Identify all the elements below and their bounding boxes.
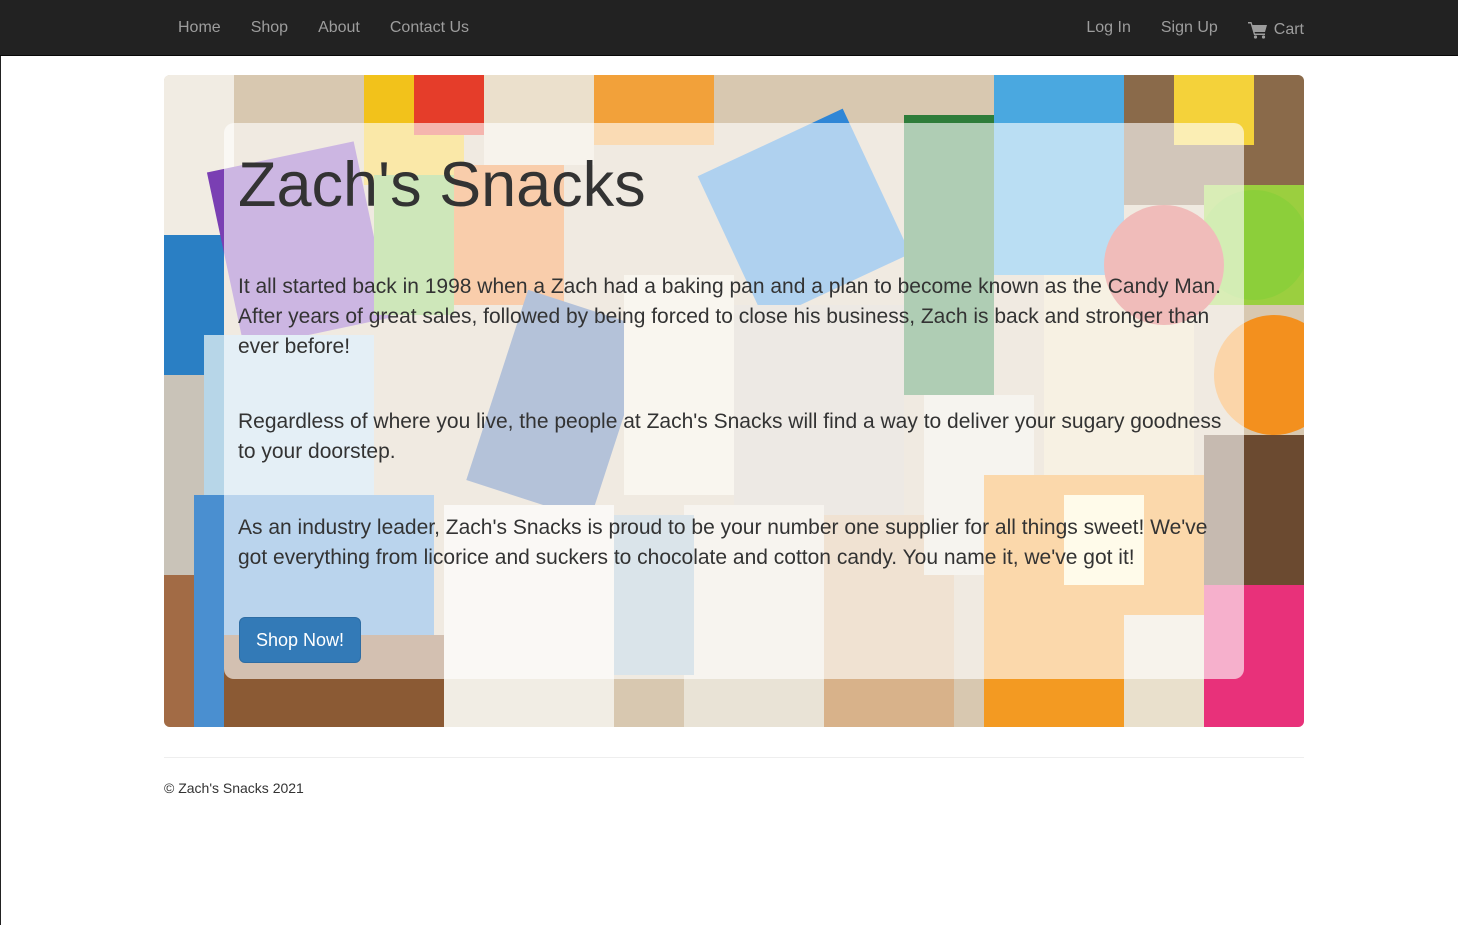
nav-right-group: Log In Sign Up Cart xyxy=(1071,0,1304,55)
nav-shop-link[interactable]: Shop xyxy=(236,3,303,53)
nav-about-link[interactable]: About xyxy=(303,3,375,53)
nav-cart-link[interactable]: Cart xyxy=(1233,1,1304,55)
hero-paragraph-delivery: Regardless of where you live, the people… xyxy=(238,410,1222,463)
hero-title: Zach's Snacks xyxy=(238,150,646,220)
shopping-cart-icon xyxy=(1247,21,1267,39)
nav-contact-link[interactable]: Contact Us xyxy=(375,3,484,53)
cart-label: Cart xyxy=(1273,20,1304,38)
nav-left-group: Home Shop About Contact Us xyxy=(164,0,484,55)
nav-signup-link[interactable]: Sign Up xyxy=(1146,3,1233,53)
hero-paragraph-origin: It all started back in 1998 when a Zach … xyxy=(238,275,1221,358)
hero-jumbotron: Zach's Snacks It all started back in 199… xyxy=(164,75,1304,727)
hero-paragraph-leader: As an industry leader, Zach's Snacks is … xyxy=(238,516,1208,569)
nav-home-link[interactable]: Home xyxy=(164,3,236,53)
window-left-edge xyxy=(0,0,1,925)
shop-now-button[interactable]: Shop Now! xyxy=(239,617,361,663)
top-navbar: Home Shop About Contact Us Log In Sign U… xyxy=(0,0,1458,56)
footer-copyright: © Zach's Snacks 2021 xyxy=(164,780,304,796)
hero-text-panel: Zach's Snacks It all started back in 199… xyxy=(224,123,1244,679)
footer-divider xyxy=(164,757,1304,758)
nav-login-link[interactable]: Log In xyxy=(1071,3,1145,53)
